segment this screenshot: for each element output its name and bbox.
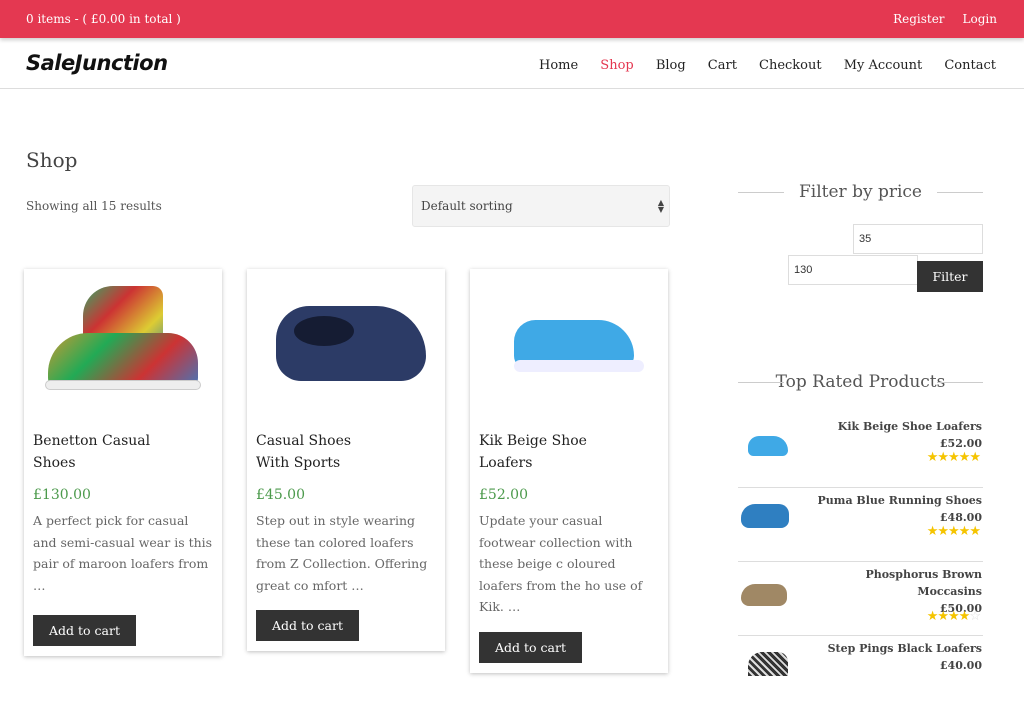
star-rating: ★★★★☆ [926,609,981,624]
min-price-input[interactable] [853,224,983,254]
sorting-value: Default sorting [421,199,513,213]
filter-by-price-title: Filter by price [738,182,983,202]
product-card: Benetton Casual Shoes £130.00 A perfect … [24,269,222,656]
page-title: Shop [26,148,78,172]
top-bar: 0 items - ( £0.00 in total ) Register Log… [0,0,1024,38]
product-price: £48.00 [939,511,982,524]
product-description: A perfect pick for casual and semi-casua… [33,513,213,593]
nav-contact[interactable]: Contact [944,58,996,73]
product-price: £45.00 [256,487,305,503]
nav-home[interactable]: Home [539,58,578,73]
product-thumbnail [741,504,789,528]
product-thumbnail [748,652,788,676]
nav-blog[interactable]: Blog [656,58,686,73]
product-card: Casual Shoes With Sports £45.00 Step out… [247,269,445,651]
main-nav: Home Shop Blog Cart Checkout My Account … [522,54,996,73]
product-image[interactable] [479,278,659,412]
product-name[interactable]: Puma Blue Running Shoes [818,494,982,507]
product-thumbnail [741,584,787,606]
product-thumbnail [748,436,788,456]
top-rated-item[interactable]: Step Pings Black Loafers £40.00 [738,636,983,710]
select-arrows-icon: ▲ ▼ [657,198,664,214]
nav-cart[interactable]: Cart [708,58,737,73]
product-image[interactable] [33,278,213,412]
product-name[interactable]: Step Pings Black Loafers [828,642,982,655]
max-price-input[interactable] [788,255,918,285]
result-count: Showing all 15 results [26,199,162,213]
top-rated-item[interactable]: Puma Blue Running Shoes £48.00 ★★★★★ [738,488,983,562]
register-link[interactable]: Register [893,12,944,26]
product-description: Step out in style wearing these tan colo… [256,513,428,593]
cart-summary[interactable]: 0 items - ( £0.00 in total ) [26,12,181,26]
product-title[interactable]: Benetton Casual Shoes [33,430,163,474]
product-description: Update your casual footwear collection w… [479,513,643,614]
nav-shop[interactable]: Shop [600,58,633,73]
star-rating: ★★★★★ [926,450,981,465]
product-price: £130.00 [33,487,91,503]
site-logo[interactable]: SaleJunction [26,51,168,75]
star-rating: ★★★★★ [926,524,981,539]
product-card: Kik Beige Shoe Loafers £52.00 Update you… [470,269,668,673]
nav-my-account[interactable]: My Account [844,58,923,73]
top-rated-item[interactable]: Phosphorus Brown Moccasins £50.00 ★★★★☆ [738,562,983,636]
top-rated-title: Top Rated Products [738,372,983,392]
product-title[interactable]: Casual Shoes With Sports [256,430,386,474]
filter-button[interactable]: Filter [917,261,983,292]
product-title[interactable]: Kik Beige Shoe Loafers [479,430,609,474]
product-image[interactable] [256,278,436,412]
sorting-select[interactable]: Default sorting ▲ ▼ [412,185,670,227]
product-price: £40.00 [939,659,982,672]
product-name[interactable]: Phosphorus Brown Moccasins [865,568,982,598]
login-link[interactable]: Login [963,12,997,26]
product-price: £52.00 [939,437,982,450]
nav-checkout[interactable]: Checkout [759,58,822,73]
site-header: SaleJunction Home Shop Blog Cart Checkou… [0,38,1024,89]
product-price: £52.00 [479,487,528,503]
add-to-cart-button[interactable]: Add to cart [256,610,359,641]
add-to-cart-button[interactable]: Add to cart [479,631,582,663]
top-rated-item[interactable]: Kik Beige Shoe Loafers £52.00 ★★★★★ [738,414,983,488]
add-to-cart-button[interactable]: Add to cart [33,615,136,646]
product-name[interactable]: Kik Beige Shoe Loafers [838,420,982,433]
